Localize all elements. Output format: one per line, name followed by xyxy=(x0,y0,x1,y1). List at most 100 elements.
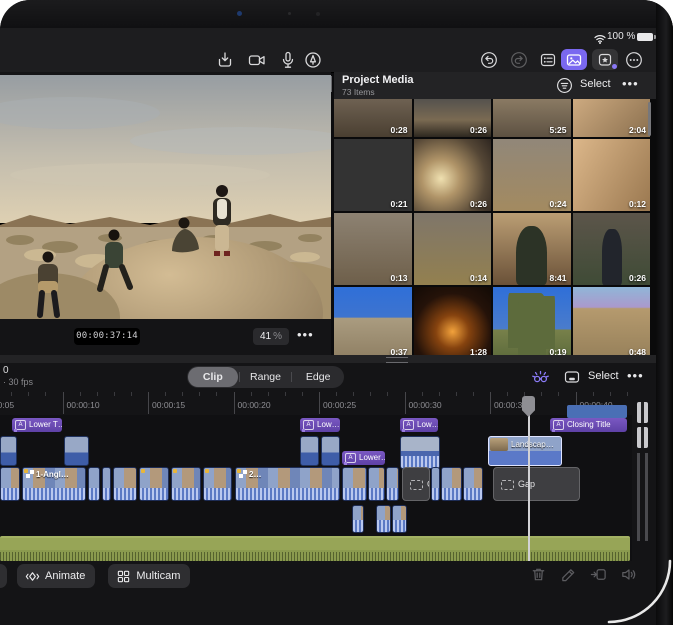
gap-clip[interactable]: G… xyxy=(402,467,430,501)
media-thumbnail[interactable]: 0:21 xyxy=(334,139,412,211)
media-thumbnail[interactable]: 0:26 xyxy=(573,213,651,285)
timeline-panel: 0 · 30 fps ClipRangeEdge Select 00:00:05… xyxy=(0,363,656,625)
blade-icon[interactable] xyxy=(560,566,577,583)
storyline-clip[interactable] xyxy=(88,467,100,501)
title-clip[interactable]: AClosing Title xyxy=(550,418,627,432)
browser-list-icon[interactable] xyxy=(538,51,558,69)
track-scroll-lines[interactable] xyxy=(637,453,648,541)
storyline-clip[interactable] xyxy=(203,467,232,501)
title-clip[interactable]: ALower… xyxy=(342,451,385,465)
media-thumbnail[interactable]: 0:48 xyxy=(573,287,651,355)
storyline-clip[interactable] xyxy=(113,467,137,501)
audio-track[interactable] xyxy=(0,536,630,561)
clip-waveform xyxy=(353,520,363,532)
ruler-minor-tick xyxy=(165,392,166,396)
microphone-icon[interactable] xyxy=(278,51,298,69)
storyline-clip[interactable] xyxy=(0,467,20,501)
gap-clip[interactable]: Gap xyxy=(493,467,580,501)
media-select-button[interactable]: Select xyxy=(580,78,611,90)
zoom-level-control[interactable]: 41% xyxy=(253,328,289,345)
clip-filmstrip xyxy=(464,468,482,489)
media-thumbnail[interactable]: 2:04 xyxy=(573,99,651,137)
mode-range[interactable]: Range xyxy=(241,367,291,387)
media-thumbnail[interactable]: 0:19 xyxy=(493,287,571,355)
media-thumbnail[interactable]: 0:24 xyxy=(493,139,571,211)
media-thumbnail[interactable]: 0:26 xyxy=(414,99,492,137)
clip-duration: 0:24 xyxy=(549,199,566,209)
title-clip[interactable]: ALow… xyxy=(400,418,438,432)
timeline-ruler[interactable]: 00:00:0500:00:1000:00:1500:00:2000:00:25… xyxy=(0,392,632,414)
media-thumbnail[interactable]: 5:25 xyxy=(493,99,571,137)
connected-clip[interactable] xyxy=(321,436,340,466)
timeline-select-button[interactable]: Select xyxy=(588,370,619,382)
track-scroll-block-2[interactable] xyxy=(637,427,648,448)
storyline-clip[interactable] xyxy=(441,467,462,501)
insert-icon[interactable] xyxy=(590,566,607,583)
clip-filmstrip xyxy=(103,468,110,489)
media-thumbnail[interactable]: 0:14 xyxy=(414,213,492,285)
media-more-icon[interactable] xyxy=(622,76,639,91)
media-thumbnail[interactable]: 0:28 xyxy=(334,99,412,137)
connected-clip-bar[interactable] xyxy=(567,405,627,418)
clip-waveform xyxy=(89,488,99,500)
media-thumbnail[interactable]: 1:28 xyxy=(414,287,492,355)
connected-clip[interactable]: Landscap… xyxy=(488,436,562,466)
connected-clip[interactable] xyxy=(64,436,89,466)
storyline-clip[interactable] xyxy=(368,467,385,501)
media-thumbnail[interactable]: 0:13 xyxy=(334,213,412,285)
more-icon[interactable] xyxy=(624,51,644,69)
timecode-display[interactable]: 00:00:37:14 xyxy=(74,328,140,345)
connected-clip[interactable] xyxy=(0,436,17,466)
mode-clip[interactable]: Clip xyxy=(188,367,238,387)
storyline-clip[interactable] xyxy=(463,467,483,501)
clip-filmstrip xyxy=(432,468,439,489)
animate-button[interactable]: Animate xyxy=(17,564,95,588)
storyline-clip[interactable] xyxy=(102,467,111,501)
connected-audio-clip[interactable] xyxy=(376,505,391,533)
storyline-clip[interactable] xyxy=(139,467,169,501)
magnetic-timeline-icon[interactable] xyxy=(531,368,550,387)
title-clip[interactable]: ALower T… xyxy=(12,418,62,432)
track-scroll-block-1[interactable] xyxy=(637,402,648,423)
storyline-clip[interactable]: 2… xyxy=(235,467,340,501)
clip-waveform xyxy=(464,488,482,500)
redo-icon[interactable] xyxy=(509,51,529,69)
clip-duration: 0:48 xyxy=(629,347,646,355)
record-video-icon[interactable] xyxy=(247,51,267,69)
mode-edge[interactable]: Edge xyxy=(293,367,343,387)
viewer-video-frame[interactable] xyxy=(0,75,331,319)
apple-pencil-icon[interactable] xyxy=(303,51,323,69)
media-scrollbar[interactable] xyxy=(648,102,651,136)
delete-icon[interactable] xyxy=(530,566,547,583)
storyline-clip[interactable] xyxy=(171,467,201,501)
import-icon[interactable] xyxy=(215,51,235,69)
media-thumbnail[interactable]: 0:12 xyxy=(573,139,651,211)
media-thumbnail[interactable]: 8:41 xyxy=(493,213,571,285)
timeline-more-icon[interactable] xyxy=(627,368,644,383)
ruler-minor-tick xyxy=(131,392,132,396)
media-browser-icon[interactable] xyxy=(564,51,584,69)
storyline-clip[interactable]: 1-Angl… xyxy=(22,467,86,501)
connected-clip[interactable] xyxy=(400,436,440,469)
clip-waveform xyxy=(140,488,168,500)
footer-edge-button[interactable] xyxy=(0,564,7,588)
undo-icon[interactable] xyxy=(479,51,499,69)
storyline-overlay-icon[interactable] xyxy=(563,368,581,386)
ruler-minor-tick xyxy=(387,392,388,396)
connected-clip[interactable] xyxy=(300,436,319,466)
ruler-minor-tick xyxy=(593,392,594,396)
ruler-minor-tick xyxy=(439,392,440,396)
filter-icon[interactable] xyxy=(556,77,573,94)
project-fps-label: · 30 fps xyxy=(3,377,33,387)
connected-audio-clip[interactable] xyxy=(392,505,407,533)
title-clip[interactable]: ALow… xyxy=(300,418,340,432)
media-thumbnail[interactable]: 0:37 xyxy=(334,287,412,355)
media-thumbnail[interactable]: 0:26 xyxy=(414,139,492,211)
storyline-clip[interactable] xyxy=(431,467,440,501)
connected-audio-clip[interactable] xyxy=(352,505,364,533)
storyline-clip[interactable] xyxy=(342,467,367,501)
multicam-button[interactable]: Multicam xyxy=(108,564,190,588)
viewer-more-icon[interactable] xyxy=(297,327,314,342)
storyline-clip[interactable] xyxy=(386,467,399,501)
ruler-minor-tick xyxy=(199,392,200,396)
